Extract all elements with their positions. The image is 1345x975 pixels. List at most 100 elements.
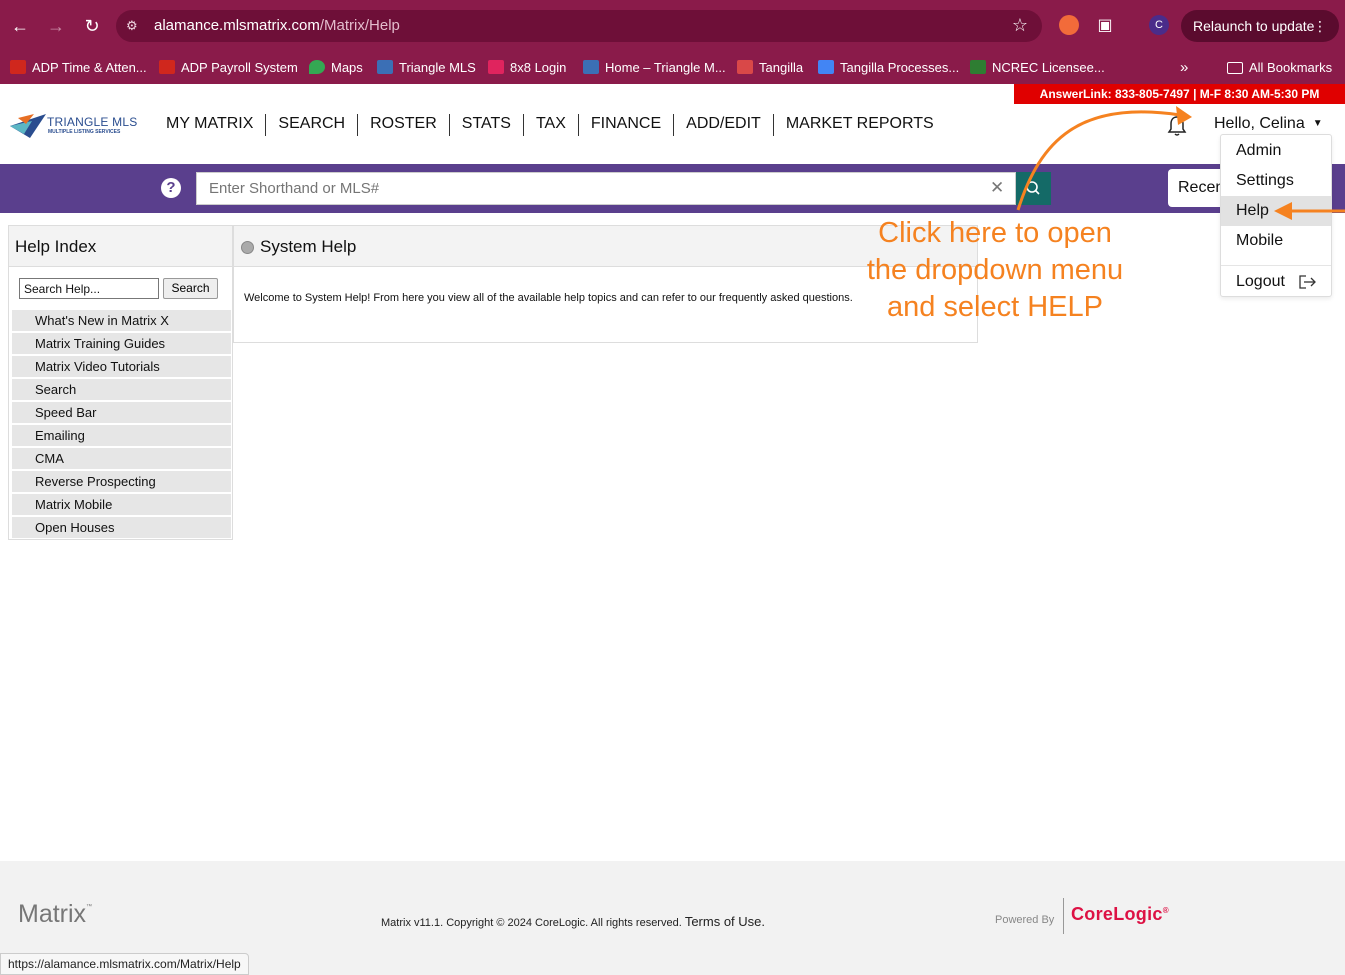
system-help-body: Welcome to System Help! From here you vi… — [244, 292, 853, 304]
bookmark-item[interactable]: ADP Payroll System — [159, 52, 298, 84]
question-circle-icon[interactable]: ? — [161, 178, 181, 198]
matrix-logo: Matrix™ — [18, 900, 92, 929]
menu-item-settings[interactable]: Settings — [1221, 166, 1331, 196]
adp-favicon-icon — [159, 60, 175, 74]
help-topic-speed-bar[interactable]: Speed Bar — [12, 402, 231, 423]
folder-icon — [1227, 62, 1243, 74]
menu-item-logout[interactable]: Logout — [1221, 267, 1331, 297]
bookmarks-bar: ADP Time & Atten... ADP Payroll System M… — [0, 52, 1345, 84]
relaunch-button[interactable]: Relaunch to update ⋮ — [1181, 10, 1339, 42]
recent-button[interactable]: Recent — [1168, 169, 1228, 207]
help-search-input[interactable] — [19, 278, 159, 299]
triangle-mls-logo[interactable]: TRIANGLE MLS MULTIPLE LISTING SERVICES — [10, 112, 140, 142]
nav-my-matrix[interactable]: MY MATRIX — [154, 114, 265, 136]
url-path: /Matrix/Help — [319, 17, 400, 34]
reload-icon[interactable]: ↻ — [80, 14, 104, 38]
bookmark-star-icon[interactable]: ☆ — [1012, 15, 1028, 36]
user-greeting: Hello, Celina — [1214, 115, 1305, 132]
status-bar-url: https://alamance.mlsmatrix.com/Matrix/He… — [0, 953, 249, 975]
corelogic-logo-text: CoreLogic — [1071, 904, 1163, 924]
annotation-line: Click here to open — [878, 217, 1112, 249]
browser-toolbar: ← → ↻ ⚙ alamance.mlsmatrix.com/Matrix/He… — [0, 0, 1345, 52]
nav-stats[interactable]: STATS — [448, 114, 523, 136]
8x8-favicon-icon — [488, 60, 504, 74]
menu-item-help[interactable]: Help — [1221, 196, 1331, 226]
bell-icon[interactable] — [1167, 115, 1187, 137]
corelogic-logo[interactable]: CoreLogic® — [1071, 904, 1169, 925]
profile-avatar[interactable]: C — [1149, 15, 1169, 35]
help-topic-matrix-mobile[interactable]: Matrix Mobile — [12, 494, 231, 515]
bookmark-item[interactable]: Maps — [309, 52, 363, 84]
help-search-button[interactable]: Search — [163, 278, 218, 299]
copyright-label: Matrix v11.1. Copyright © 2024 CoreLogic… — [381, 917, 682, 929]
bookmark-item[interactable]: Home – Triangle M... — [583, 52, 726, 84]
bookmark-label: Tangilla Processes... — [840, 60, 960, 75]
shorthand-search-input[interactable] — [196, 172, 1016, 205]
copyright-text: Matrix v11.1. Copyright © 2024 CoreLogic… — [381, 914, 765, 929]
help-index-title: Help Index — [9, 226, 232, 267]
bookmark-item[interactable]: Triangle MLS — [377, 52, 476, 84]
extensions-puzzle-icon[interactable]: ▣ — [1093, 14, 1117, 38]
search-submit-button[interactable] — [1016, 172, 1051, 205]
bookmark-label: ADP Time & Atten... — [32, 60, 147, 75]
menu-item-admin[interactable]: Admin — [1221, 136, 1331, 166]
url-host: alamance.mlsmatrix.com — [154, 17, 320, 34]
back-arrow-icon[interactable]: ← — [8, 14, 32, 38]
help-bullet-icon — [241, 241, 254, 254]
bookmark-label: 8x8 Login — [510, 60, 567, 75]
more-menu-icon[interactable]: ⋮ — [1313, 10, 1327, 42]
bookmark-label: Maps — [331, 60, 363, 75]
triangle-mls-logo-mark-icon — [10, 114, 46, 138]
powered-by-label: Powered By — [995, 914, 1055, 926]
extension-icon[interactable] — [1059, 15, 1079, 35]
bookmark-item[interactable]: 8x8 Login — [488, 52, 566, 84]
nav-finance[interactable]: FINANCE — [577, 114, 673, 136]
help-topic-emailing[interactable]: Emailing — [12, 425, 231, 446]
forward-arrow-icon[interactable]: → — [44, 14, 68, 38]
site-info-icon[interactable]: ⚙ — [126, 18, 138, 34]
terms-of-use-link[interactable]: Terms of Use. — [685, 914, 765, 929]
bookmark-item[interactable]: ADP Time & Atten... — [10, 52, 147, 84]
menu-divider — [1221, 265, 1331, 266]
matrix-logo-trademark: ™ — [86, 904, 93, 910]
docs-favicon-icon — [818, 60, 834, 74]
adp-favicon-icon — [10, 60, 26, 74]
maps-favicon-icon — [309, 60, 325, 74]
nav-search[interactable]: SEARCH — [265, 114, 357, 136]
logout-icon — [1299, 275, 1316, 289]
help-topic-search[interactable]: Search — [12, 379, 231, 400]
help-topic-whats-new[interactable]: What's New in Matrix X — [12, 310, 231, 331]
bookmark-label: Tangilla — [759, 60, 804, 75]
all-bookmarks-folder[interactable]: All Bookmarks — [1227, 52, 1332, 84]
help-topic-list: What's New in Matrix X Matrix Training G… — [12, 310, 231, 540]
help-topic-video-tutorials[interactable]: Matrix Video Tutorials — [12, 356, 231, 377]
user-dropdown-menu: Admin Settings Help Mobile Logout — [1220, 134, 1332, 297]
relaunch-label: Relaunch to update — [1193, 18, 1315, 34]
nav-market-reports[interactable]: MARKET REPORTS — [772, 114, 946, 136]
help-topic-reverse-prospecting[interactable]: Reverse Prospecting — [12, 471, 231, 492]
matrix-logo-text: Matrix — [18, 900, 87, 928]
annotation-line: and select HELP — [886, 291, 1103, 323]
nav-roster[interactable]: ROSTER — [357, 114, 449, 136]
help-topic-open-houses[interactable]: Open Houses — [12, 517, 231, 538]
annotation-line: the dropdown menu — [866, 254, 1124, 286]
help-index-panel: Help Index Search What's New in Matrix X… — [8, 225, 233, 540]
help-topic-cma[interactable]: CMA — [12, 448, 231, 469]
help-topic-training-guides[interactable]: Matrix Training Guides — [12, 333, 231, 354]
clear-icon[interactable]: ✕ — [990, 178, 1004, 198]
menu-item-mobile[interactable]: Mobile — [1221, 226, 1331, 256]
bookmark-item[interactable]: NCREC Licensee... — [970, 52, 1105, 84]
main-nav: MY MATRIX SEARCH ROSTER STATS TAX FINANC… — [154, 114, 946, 136]
all-bookmarks-label: All Bookmarks — [1249, 60, 1333, 75]
corelogic-registered-mark: ® — [1162, 906, 1169, 915]
bookmark-item[interactable]: Tangilla — [737, 52, 803, 84]
nav-add-edit[interactable]: ADD/EDIT — [673, 114, 773, 136]
user-menu-toggle[interactable]: Hello, Celina ▼ — [1214, 115, 1323, 133]
triangle-mls-favicon-icon — [583, 60, 599, 74]
address-bar[interactable]: ⚙ alamance.mlsmatrix.com/Matrix/Help ☆ — [116, 10, 1042, 42]
more-bookmarks-chevron-icon[interactable]: » — [1180, 52, 1188, 84]
ncrec-favicon-icon — [970, 60, 986, 74]
nav-tax[interactable]: TAX — [522, 114, 578, 136]
logout-label: Logout — [1236, 273, 1285, 290]
bookmark-item[interactable]: Tangilla Processes... — [818, 52, 959, 84]
